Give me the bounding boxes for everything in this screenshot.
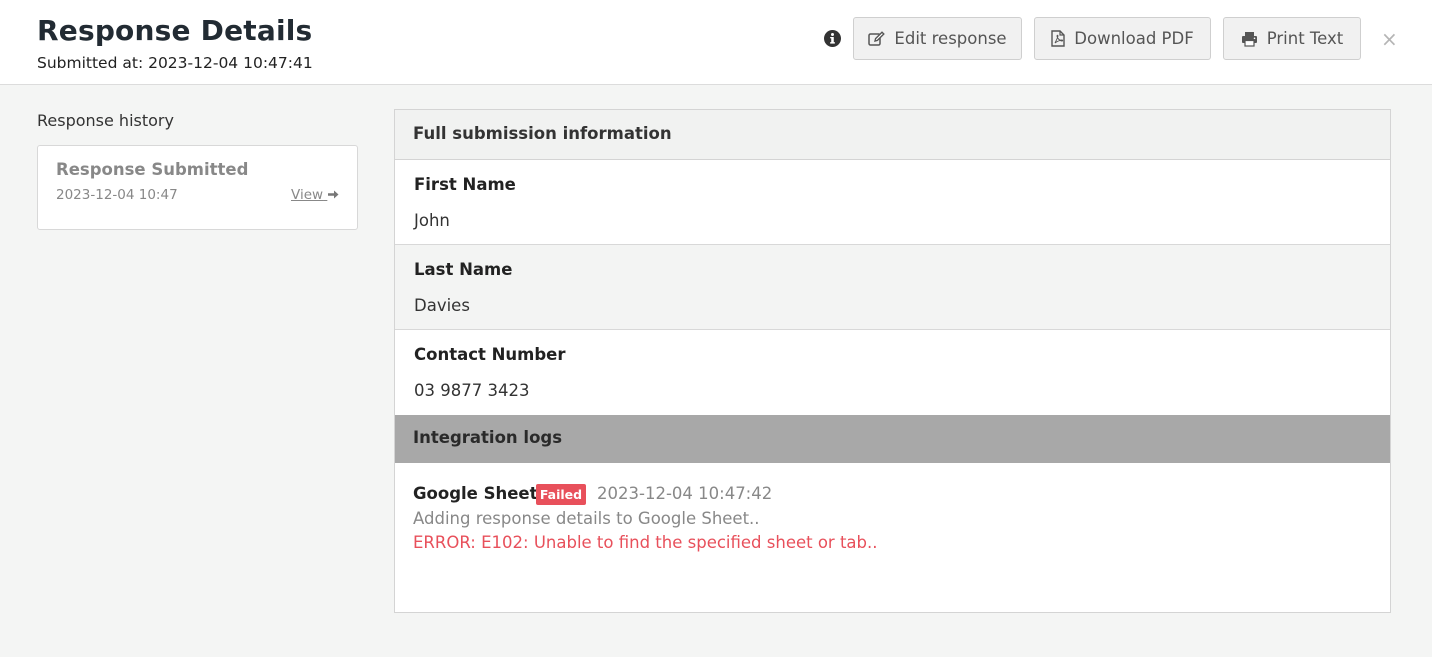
history-view-link[interactable]: View [291,187,339,203]
field-value: 03 9877 3423 [414,381,530,400]
download-pdf-label: Download PDF [1074,29,1194,48]
edit-icon [868,30,886,46]
log-message: Adding response details to Google Sheet.… [413,509,760,528]
history-item-date: 2023-12-04 10:47 [56,187,178,203]
field-label: Last Name [414,260,513,279]
integration-logs-heading: Integration logs [413,428,563,447]
history-view-label: View [291,187,324,203]
response-history-label: Response history [37,111,174,130]
submission-heading: Full submission information [413,124,672,143]
submission-panel: Full submission information First Name J… [394,109,1391,613]
arrow-right-icon [328,190,339,199]
status-badge: Failed [536,484,586,505]
submission-panel-header: Full submission information [395,110,1390,160]
integration-logs-header: Integration logs [395,415,1390,463]
printer-icon [1241,31,1257,47]
field-last-name: Last Name Davies [395,245,1390,330]
log-service-name: Google Sheets [413,484,548,503]
pdf-file-icon [1051,30,1065,47]
info-icon[interactable] [824,30,841,47]
log-timestamp: 2023-12-04 10:47:42 [597,484,773,503]
page-header: Response Details Submitted at: 2023-12-0… [0,0,1432,85]
field-value: Davies [414,296,470,315]
print-text-button[interactable]: Print Text [1223,17,1361,60]
field-label: Contact Number [414,345,566,364]
field-contact-number: Contact Number 03 9877 3423 [395,330,1390,415]
field-value: John [414,211,450,230]
edit-response-button[interactable]: Edit response [853,17,1022,60]
download-pdf-button[interactable]: Download PDF [1034,17,1211,60]
page-title: Response Details [37,14,313,47]
edit-response-label: Edit response [894,29,1007,48]
history-item-title: Response Submitted [56,160,249,179]
submitted-timestamp: Submitted at: 2023-12-04 10:47:41 [37,54,313,72]
field-label: First Name [414,175,516,194]
print-text-label: Print Text [1266,29,1344,48]
close-icon[interactable]: × [1381,27,1398,51]
log-error: ERROR: E102: Unable to find the specifie… [413,533,878,552]
field-first-name: First Name John [395,160,1390,245]
history-item: Response Submitted 2023-12-04 10:47 View [37,145,358,230]
